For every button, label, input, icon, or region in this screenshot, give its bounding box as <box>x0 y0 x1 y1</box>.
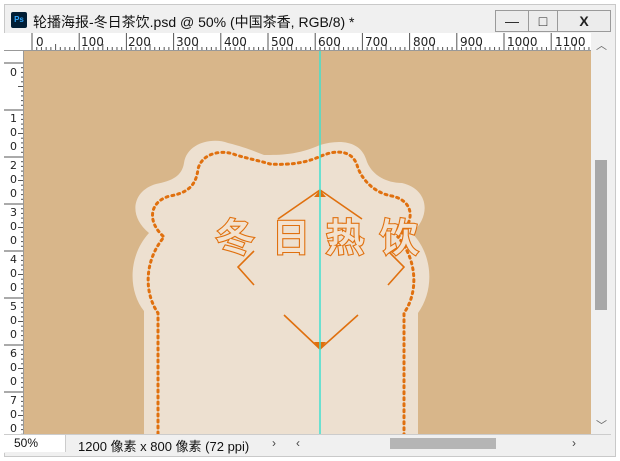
ruler-label: 0 <box>10 66 17 79</box>
ruler-label: 0 <box>10 361 17 374</box>
ruler-label: 1 <box>10 112 17 125</box>
ruler-label: 500 <box>271 35 294 49</box>
headline-char: 日 <box>272 216 310 260</box>
ruler-label: 0 <box>10 408 17 421</box>
headline-char: 冬 <box>216 216 254 260</box>
minimize-button[interactable]: — <box>495 10 529 32</box>
ruler-label: 0 <box>10 173 17 186</box>
ruler-label: 0 <box>10 328 17 341</box>
ruler-label: 7 <box>10 394 17 407</box>
ruler-label: 200 <box>128 35 151 49</box>
ruler-label: 0 <box>10 220 17 233</box>
status-bar: 50% 1200 像素 x 800 像素 (72 ppi) › ‹ › <box>4 434 611 455</box>
ruler-label: 0 <box>10 126 17 139</box>
horizontal-scrollbar[interactable]: ‹ › <box>286 435 584 452</box>
ruler-label: 0 <box>10 187 17 200</box>
ruler-label: 900 <box>460 35 483 49</box>
headline-char: 热 <box>326 216 364 260</box>
ruler-label: 5 <box>10 300 17 313</box>
ruler-label: 700 <box>365 35 388 49</box>
ruler-label: 0 <box>10 234 17 247</box>
zoom-level-field[interactable]: 50% <box>4 435 66 452</box>
ruler-label: 6 <box>10 347 17 360</box>
document-canvas[interactable]: 冬 日 热 饮 <box>24 51 591 434</box>
label-frame-shape <box>132 140 430 434</box>
maximize-button[interactable]: □ <box>528 10 558 32</box>
ruler-label: 0 <box>10 375 17 388</box>
ruler-label: 0 <box>10 267 17 280</box>
ruler-label: 0 <box>36 35 44 49</box>
vertical-scrollbar[interactable]: ︿ ﹀ <box>591 33 611 434</box>
document-info[interactable]: 1200 像素 x 800 像素 (72 ppi) <box>78 436 249 455</box>
ruler-label: 2 <box>10 159 17 172</box>
ruler-label: 1000 <box>507 35 538 49</box>
vertical-ruler[interactable]: 0 1 0 0 2 0 0 3 0 0 4 0 0 5 0 0 6 0 0 7 … <box>4 51 24 434</box>
photoshop-app-icon: Ps <box>11 12 27 28</box>
ruler-label: 4 <box>10 253 17 266</box>
ruler-label: 0 <box>10 314 17 327</box>
headline-char: 饮 <box>380 216 419 260</box>
ruler-label: 0 <box>10 422 17 434</box>
scroll-up-arrow[interactable]: ︿ <box>596 37 607 53</box>
ruler-label: 800 <box>413 35 436 49</box>
vertical-scroll-thumb[interactable] <box>595 160 607 310</box>
horizontal-scroll-thumb[interactable] <box>390 438 496 449</box>
ruler-label: 0 <box>10 281 17 294</box>
ruler-label: 0 <box>10 140 17 153</box>
ruler-label: 600 <box>318 35 341 49</box>
title-bar[interactable]: Ps 轮播海报-冬日茶饮.psd @ 50% (中国茶香, RGB/8) * —… <box>5 5 615 35</box>
scroll-down-arrow[interactable]: ﹀ <box>596 417 607 433</box>
ruler-label: 3 <box>10 206 17 219</box>
scroll-right-arrow[interactable]: › <box>572 436 576 450</box>
ruler-label: 1100 <box>555 35 586 49</box>
poster-artwork: 冬 日 热 饮 <box>132 51 430 434</box>
status-expand-arrow[interactable]: › <box>272 436 276 450</box>
scroll-left-arrow[interactable]: ‹ <box>296 436 300 450</box>
ruler-label: 400 <box>224 35 247 49</box>
ruler-label: 100 <box>81 35 104 49</box>
horizontal-ruler[interactable]: 0 100 200 300 400 500 600 700 800 900 10… <box>10 33 591 51</box>
close-button[interactable]: X <box>557 10 611 32</box>
ruler-label: 300 <box>176 35 199 49</box>
document-title: 轮播海报-冬日茶饮.psd @ 50% (中国茶香, RGB/8) * <box>33 14 355 30</box>
